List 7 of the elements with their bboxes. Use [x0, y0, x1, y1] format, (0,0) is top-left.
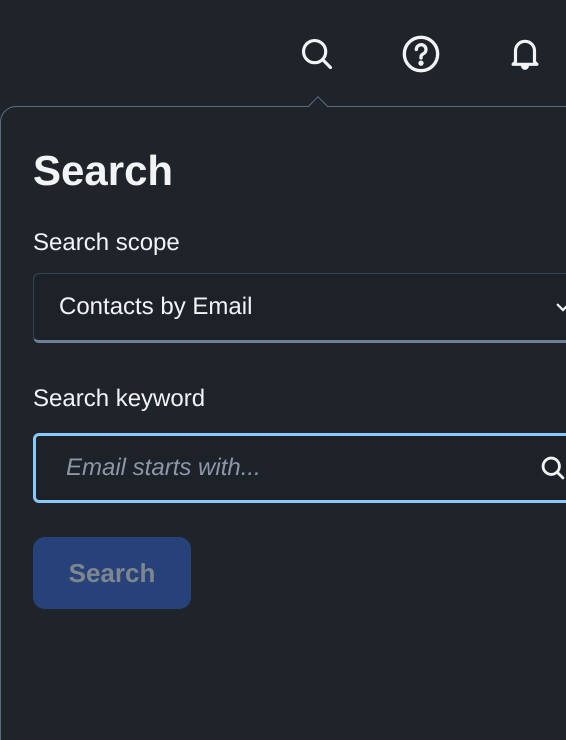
- keyword-input[interactable]: Email starts with...: [33, 433, 566, 503]
- help-icon[interactable]: [400, 33, 442, 75]
- field-label: Search keyword: [33, 384, 206, 414]
- popover-title: Search: [33, 146, 174, 196]
- field-label: Search scope: [33, 228, 180, 258]
- search-icon: [539, 454, 566, 482]
- scope-select[interactable]: Contacts by Email: [33, 273, 566, 343]
